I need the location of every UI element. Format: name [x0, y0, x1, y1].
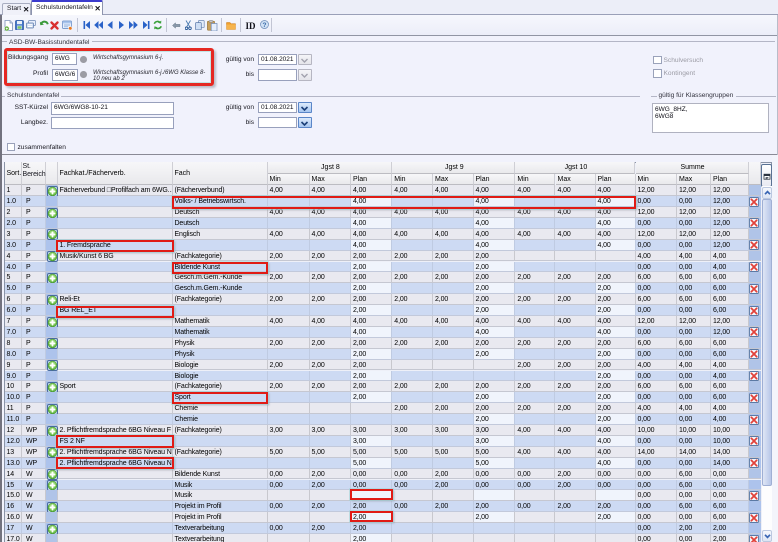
- svg-text:?: ?: [263, 22, 267, 29]
